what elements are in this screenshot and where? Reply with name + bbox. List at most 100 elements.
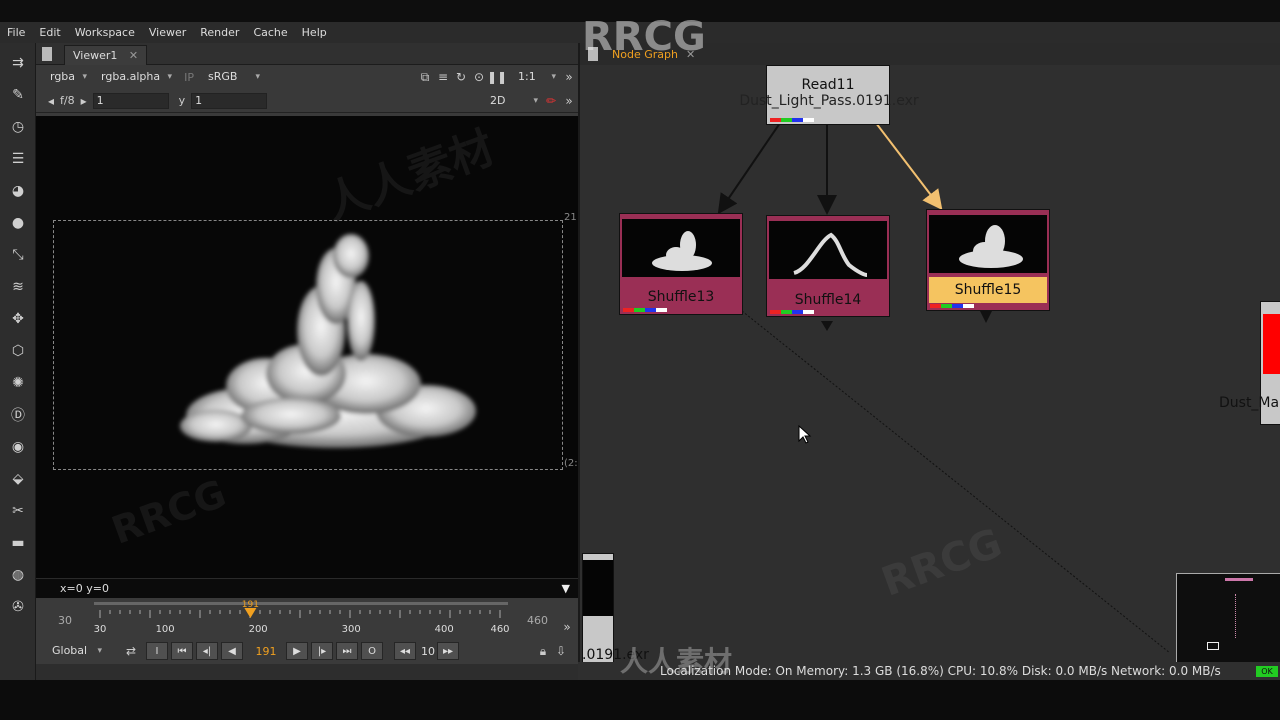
ok-badge: OK [1256,666,1278,677]
timeline-tick-label: 300 [342,624,361,635]
furnace-icon[interactable]: ◍ [8,565,28,585]
menu-cache[interactable]: Cache [246,22,294,43]
timeline-tick-label: 100 [156,624,175,635]
pause-icon[interactable]: ❚❚ [487,68,507,86]
color-icon[interactable]: ◕ [8,181,28,201]
expand-icon[interactable]: » [560,92,578,110]
transport-controls: Global ⇄ I ⏮ ◂| ◀ 191 ▶ |▸ ⏭ O ◂◂ 10 ▸▸ … [36,638,578,664]
menu-workspace[interactable]: Workspace [68,22,142,43]
expand-icon[interactable]: » [560,68,578,86]
menu-viewer[interactable]: Viewer [142,22,193,43]
partial-node-thumbnail [1263,314,1280,374]
playback-mode-dropdown[interactable]: Global [46,642,106,660]
tab-viewer1[interactable]: Viewer1 ✕ [64,45,148,65]
channel-indicator [930,304,974,308]
toolsets-icon[interactable]: ✂ [8,501,28,521]
metadata-icon[interactable]: ⬙ [8,469,28,489]
menu-file[interactable]: File [0,22,32,43]
menu-bar: File Edit Workspace Viewer Render Cache … [0,22,1280,43]
refresh-icon[interactable]: ↻ [452,68,470,86]
node-connections [717,122,1171,654]
last-frame-button[interactable]: ⏭ [336,642,358,660]
prev-frame-button[interactable]: ◀ [221,642,243,660]
fstop-label: f/8 [60,94,75,107]
viewer-bottom-strip [36,664,578,680]
in-point-button[interactable]: I [146,642,168,660]
plugins-icon[interactable]: ✇ [8,597,28,617]
ip-button[interactable]: IP [184,71,194,84]
partial-node-bottom-label: .0191.exr [582,647,649,663]
shuffle14-label: Shuffle14 [794,292,862,308]
3d-icon[interactable]: ⬡ [8,341,28,361]
proxy-icon[interactable]: ⊙ [470,68,488,86]
draw-icon[interactable]: ✎ [8,85,28,105]
shuffle13-node[interactable]: Shuffle13 [619,213,743,315]
timeline-ruler[interactable]: 30 100 200 300 400 460 191 [36,598,578,638]
guides-icon[interactable]: ≡ [434,68,452,86]
timeline[interactable]: 30 460 30 100 200 300 400 460 191 » [36,598,578,638]
shuffle15-label: Shuffle15 [954,282,1022,298]
filter-icon[interactable]: ● [8,213,28,233]
channels-dropdown[interactable]: rgba [44,68,91,86]
menu-render[interactable]: Render [193,22,246,43]
window-bottom-strip [0,680,1280,720]
colorspace-dropdown[interactable]: sRGB [202,68,264,86]
shuffle15-thumbnail [929,215,1047,273]
shuffle15-node[interactable]: Shuffle15 [926,209,1050,311]
views-icon[interactable]: ◉ [8,437,28,457]
merge-icon[interactable]: ≋ [8,277,28,297]
viewer-controls-row-2: ◂ f/8 ▸ 1 y 1 2D ✏ » [36,89,578,113]
zoom-dropdown[interactable]: 1:1 [512,68,560,86]
gain-field[interactable]: 1 [92,92,169,109]
fstop-up-icon[interactable]: ▸ [75,92,93,110]
shuffle14-thumbnail [769,221,887,279]
minimap-link-marker [1235,594,1238,638]
step-back-button[interactable]: ◂◂ [394,642,416,660]
status-bar: Localization Mode: On Memory: 1.3 GB (16… [578,662,1280,680]
menu-help[interactable]: Help [295,22,334,43]
partial-node-right-label: Dust_Ma [1219,395,1280,411]
keyer-icon[interactable]: ⤡ [8,245,28,265]
current-frame-field[interactable]: 191 [246,645,286,658]
lock-icon[interactable]: 🔒︎ [534,642,552,660]
expand-icon[interactable]: » [558,618,576,636]
image-nodes-icon[interactable]: ⇉ [8,53,28,73]
timeline-tick-label: 30 [94,624,107,635]
viewer-canvas[interactable]: 21 (2: [36,116,578,578]
node-graph-minimap[interactable] [1176,573,1280,665]
read-node[interactable]: Read11 Dust_Light_Pass.0191.exr [739,65,919,125]
next-keyframe-button[interactable]: |▸ [311,642,333,660]
playhead-frame-label: 191 [242,600,259,610]
gamma-field[interactable]: 1 [191,92,268,109]
first-frame-button[interactable]: ⏮ [171,642,193,660]
step-forward-button[interactable]: ▸▸ [437,642,459,660]
viewer-panel: Viewer1 ✕ rgba rgba.alpha IP sRGB ⧉ ≡ ↻ … [36,43,578,680]
out-point-button[interactable]: O [361,642,383,660]
fstop-down-icon[interactable]: ◂ [42,92,60,110]
deep-icon[interactable]: Ⓓ [8,405,28,425]
roi-icon[interactable]: ⧉ [416,68,434,86]
menu-edit[interactable]: Edit [32,22,67,43]
increment-field[interactable]: 10 [419,645,437,658]
shuffle14-node[interactable]: Shuffle14 [766,215,890,317]
window-top-strip [0,0,1280,22]
play-button[interactable]: ▶ [286,642,308,660]
minimap-node-marker [1207,642,1219,650]
other-icon[interactable]: ▬ [8,533,28,553]
transform-icon[interactable]: ✥ [8,309,28,329]
loop-mode-icon[interactable]: ⇄ [122,642,140,660]
particles-icon[interactable]: ✺ [8,373,28,393]
mouse-cursor-icon [798,425,812,444]
panel-grip-icon[interactable] [42,47,52,61]
view-mode-dropdown[interactable]: 2D [484,92,542,110]
pen-icon[interactable]: ✏ [542,92,560,110]
prev-keyframe-button[interactable]: ◂| [196,642,218,660]
node-graph-panel[interactable]: Node Graph ✕ Read11 Dust_Light_Pass.0191… [578,43,1280,680]
time-icon[interactable]: ◷ [8,117,28,137]
shuffle13-label: Shuffle13 [647,289,715,305]
alpha-channel-dropdown[interactable]: rgba.alpha [95,68,176,86]
export-icon[interactable]: ⇩ [552,642,570,660]
info-dropdown-icon[interactable]: ▼ [562,582,570,595]
channel-icon[interactable]: ☰ [8,149,28,169]
close-icon[interactable]: ✕ [129,49,138,62]
